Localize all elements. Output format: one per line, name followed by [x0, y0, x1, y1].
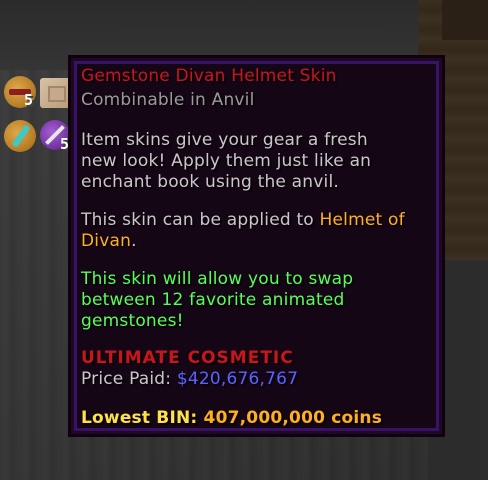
feature-line: This skin will allow you to swap	[81, 269, 354, 289]
description-line: enchant book using the anvil.	[81, 172, 339, 192]
applicable-suffix: .	[131, 231, 137, 251]
item-count: 5	[24, 91, 34, 109]
item-tooltip: Gemstone Divan Helmet Skin Combinable in…	[68, 55, 445, 437]
lowest-bin-value: 407,000,000 coins	[203, 408, 383, 428]
price-value: $420,676,767	[176, 369, 299, 389]
applicable-item-name: Divan	[81, 231, 132, 251]
hotbar-item-gem-pickaxe-icon[interactable]	[4, 120, 36, 152]
rarity-label: ULTIMATE COSMETIC	[81, 348, 294, 368]
hotbar-item-block-icon[interactable]	[40, 78, 70, 108]
applicable-prefix: This skin can be applied to	[81, 210, 320, 230]
lowest-bin-line: Lowest BIN: 407,000,000 coins	[81, 408, 382, 428]
item-title: Gemstone Divan Helmet Skin	[81, 66, 337, 86]
lowest-bin-label: Lowest BIN:	[81, 408, 204, 428]
item-subtitle: Combinable in Anvil	[81, 90, 255, 110]
feature-line: gemstones!	[81, 311, 184, 331]
item-count: 5	[60, 135, 70, 153]
applicable-line: This skin can be applied to Helmet of	[81, 210, 405, 230]
price-label: Price Paid:	[81, 369, 177, 389]
price-line: Price Paid: $420,676,767	[81, 369, 298, 389]
description-line: new look! Apply them just like an	[81, 151, 372, 171]
feature-line: between 12 favorite animated	[81, 290, 345, 310]
description-line: Item skins give your gear a fresh	[81, 130, 368, 150]
applicable-item-name: Helmet of	[319, 210, 405, 230]
wooden-beam	[442, 0, 488, 40]
applicable-line-2: Divan.	[81, 231, 137, 251]
